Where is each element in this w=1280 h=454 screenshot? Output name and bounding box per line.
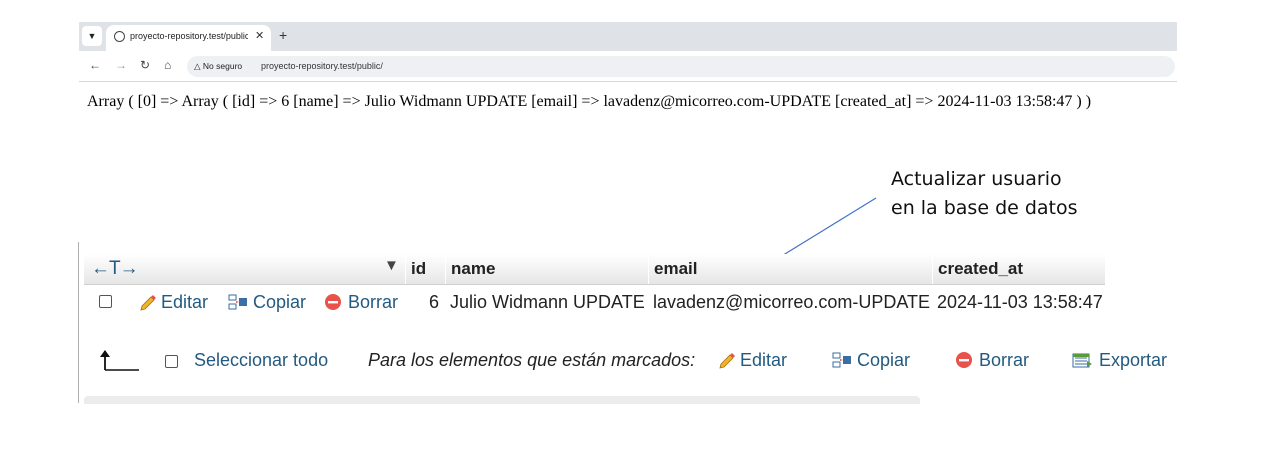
copy-label: Copiar: [253, 292, 307, 312]
bulk-export-label: Exportar: [1099, 350, 1168, 370]
sort-caret-icon[interactable]: ▼: [384, 257, 399, 274]
pencil-icon: [719, 353, 735, 369]
export-icon: [1072, 353, 1092, 368]
delete-link[interactable]: Borrar: [324, 292, 398, 313]
bulk-edit-label: Editar: [740, 350, 788, 370]
edit-link[interactable]: Editar: [139, 292, 208, 313]
copy-icon: [832, 352, 851, 368]
bulk-copy-link[interactable]: Copiar: [832, 350, 910, 371]
copy-link[interactable]: Copiar: [228, 292, 306, 313]
select-all-link[interactable]: Seleccionar todo: [194, 350, 328, 371]
column-header-created-at[interactable]: created_at: [932, 254, 1105, 284]
cell-id: 6: [429, 292, 440, 312]
marked-items-label: Para los elementos que están marcados:: [368, 350, 696, 370]
cell-created-at: 2024-11-03 13:58:47: [937, 292, 1103, 312]
pencil-icon: [140, 295, 156, 311]
bulk-export-link[interactable]: Exportar: [1072, 350, 1167, 371]
bulk-delete-label: Borrar: [979, 350, 1030, 370]
delete-icon: [325, 294, 341, 310]
column-header-email[interactable]: email: [648, 254, 932, 284]
column-header-name[interactable]: name: [445, 254, 648, 284]
edit-label: Editar: [161, 292, 209, 312]
cell-name: Julio Widmann UPDATE: [450, 292, 645, 312]
table-header: ←T→ ▼ id name email created_at: [84, 254, 1105, 285]
arrow-up-left-icon: [100, 350, 139, 371]
table-row: Editar Copiar Borrar 6 Julio Widmann UPD…: [84, 286, 1105, 318]
horizontal-scrollbar[interactable]: [84, 396, 920, 404]
bulk-edit-link[interactable]: Editar: [718, 350, 787, 371]
bulk-actions-bar: Seleccionar todo Para los elementos que …: [84, 340, 1184, 380]
delete-icon: [956, 352, 972, 368]
cell-email: lavadenz@micorreo.com-UPDATE: [653, 292, 931, 312]
bulk-copy-label: Copiar: [857, 350, 911, 370]
select-all-checkbox[interactable]: [165, 355, 178, 368]
copy-icon: [228, 294, 247, 310]
column-header-id[interactable]: id: [405, 254, 445, 284]
annotation-arrow: [760, 197, 877, 270]
column-resize-arrows-icon[interactable]: ←T→: [91, 254, 139, 284]
delete-label: Borrar: [348, 292, 399, 312]
bulk-delete-link[interactable]: Borrar: [955, 350, 1029, 371]
row-checkbox[interactable]: [99, 295, 112, 308]
